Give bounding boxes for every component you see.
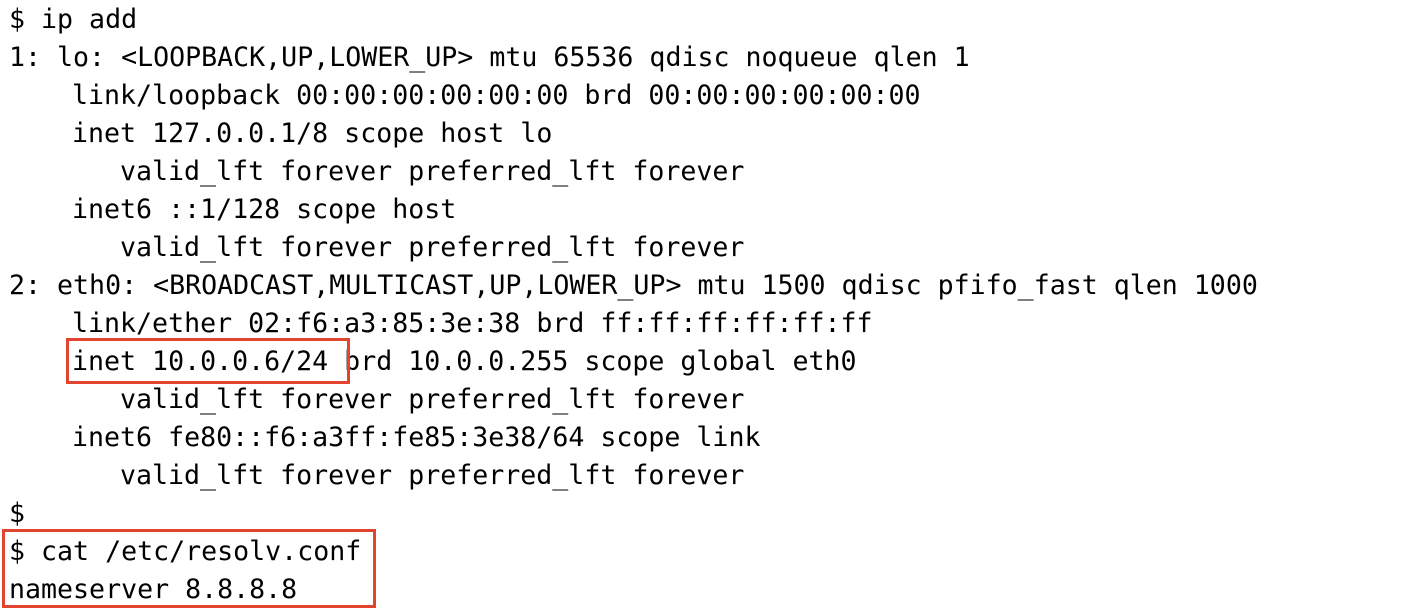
inet-address-highlight-box: [66, 338, 350, 384]
empty-prompt-line: $: [9, 498, 26, 529]
eth0-inet-lifetime-line: valid_lft forever preferred_lft forever: [120, 384, 745, 415]
lo-inet6-lifetime-line: valid_lft forever preferred_lft forever: [120, 232, 745, 263]
interface-eth0-header: 2: eth0: <BROADCAST,MULTICAST,UP,LOWER_U…: [9, 270, 1258, 301]
terminal-output: $ ip add 1: lo: <LOOPBACK,UP,LOWER_UP> m…: [2, 0, 1409, 612]
prompt-command-line: $ ip add: [9, 4, 138, 35]
eth0-inet6-lifetime-line: valid_lft forever preferred_lft forever: [120, 460, 745, 491]
lo-inet-lifetime-line: valid_lft forever preferred_lft forever: [120, 156, 745, 187]
eth0-inet6-line: inet6 fe80::f6:a3ff:fe85:3e38/64 scope l…: [72, 422, 761, 453]
lo-inet6-line: inet6 ::1/128 scope host: [72, 194, 457, 225]
resolv-conf-highlight-box: [2, 529, 376, 608]
lo-inet-line: inet 127.0.0.1/8 scope host lo: [72, 118, 553, 149]
interface-lo-header: 1: lo: <LOOPBACK,UP,LOWER_UP> mtu 65536 …: [9, 42, 970, 73]
lo-link-line: link/loopback 00:00:00:00:00:00 brd 00:0…: [72, 80, 921, 111]
